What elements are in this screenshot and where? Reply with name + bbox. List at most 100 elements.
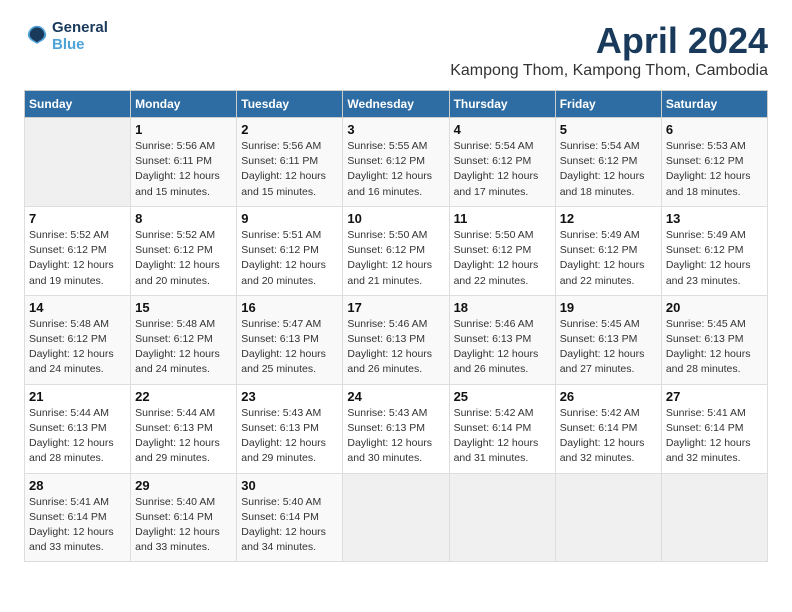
day-info: Sunrise: 5:53 AMSunset: 6:12 PMDaylight:…: [666, 139, 763, 200]
day-number: 6: [666, 122, 763, 137]
calendar-cell: 20Sunrise: 5:45 AMSunset: 6:13 PMDayligh…: [661, 295, 767, 384]
calendar-cell: 1 Sunrise: 5:56 AMSunset: 6:11 PMDaylight…: [131, 118, 237, 207]
day-number: 30: [241, 478, 338, 493]
calendar-cell: 23Sunrise: 5:43 AMSunset: 6:13 PMDayligh…: [237, 384, 343, 473]
calendar-cell: 10 Sunrise: 5:50 AMSunset: 6:12 PMDayligh…: [343, 206, 449, 295]
col-header-friday: Friday: [555, 91, 661, 118]
calendar-cell: [25, 118, 131, 207]
calendar-cell: 22 Sunrise: 5:44 AMSunset: 6:13 PMDayligh…: [131, 384, 237, 473]
day-info: Sunrise: 5:56 AMSunset: 6:11 PMDaylight:…: [135, 139, 232, 200]
calendar-cell: 2 Sunrise: 5:56 AMSunset: 6:11 PMDaylight…: [237, 118, 343, 207]
day-info: Sunrise: 5:55 AMSunset: 6:12 PMDaylight:…: [347, 139, 444, 200]
col-header-saturday: Saturday: [661, 91, 767, 118]
day-info: Sunrise: 5:49 AMSunset: 6:12 PMDaylight:…: [560, 228, 657, 289]
logo: General Blue: [24, 20, 108, 53]
calendar-cell: 15 Sunrise: 5:48 AMSunset: 6:12 PMDayligh…: [131, 295, 237, 384]
day-info: Sunrise: 5:48 AMSunset: 6:12 PMDaylight:…: [135, 317, 232, 378]
calendar-cell: 18 Sunrise: 5:46 AMSunset: 6:13 PMDayligh…: [449, 295, 555, 384]
day-info: Sunrise: 5:46 AMSunset: 6:13 PMDaylight:…: [347, 317, 444, 378]
day-number: 13: [666, 211, 763, 226]
calendar-cell: 17Sunrise: 5:46 AMSunset: 6:13 PMDayligh…: [343, 295, 449, 384]
day-info: Sunrise: 5:42 AMSunset: 6:14 PMDaylight:…: [454, 406, 551, 467]
week-row-0: 1 Sunrise: 5:56 AMSunset: 6:11 PMDaylight…: [25, 118, 768, 207]
day-number: 3: [347, 122, 444, 137]
calendar-cell: 21 Sunrise: 5:44 AMSunset: 6:13 PMDayligh…: [25, 384, 131, 473]
calendar-cell: 12Sunrise: 5:49 AMSunset: 6:12 PMDayligh…: [555, 206, 661, 295]
calendar-cell: 27 Sunrise: 5:41 AMSunset: 6:14 PMDayligh…: [661, 384, 767, 473]
day-number: 14: [29, 300, 126, 315]
day-number: 26: [560, 389, 657, 404]
calendar-cell: 25Sunrise: 5:42 AMSunset: 6:14 PMDayligh…: [449, 384, 555, 473]
calendar-cell: [343, 473, 449, 562]
day-info: Sunrise: 5:41 AMSunset: 6:14 PMDaylight:…: [29, 495, 126, 556]
day-info: Sunrise: 5:41 AMSunset: 6:14 PMDaylight:…: [666, 406, 763, 467]
day-number: 10: [347, 211, 444, 226]
calendar-cell: 28 Sunrise: 5:41 AMSunset: 6:14 PMDayligh…: [25, 473, 131, 562]
day-info: Sunrise: 5:43 AMSunset: 6:13 PMDaylight:…: [347, 406, 444, 467]
col-header-thursday: Thursday: [449, 91, 555, 118]
day-info: Sunrise: 5:56 AMSunset: 6:11 PMDaylight:…: [241, 139, 338, 200]
calendar-cell: 9 Sunrise: 5:51 AMSunset: 6:12 PMDaylight…: [237, 206, 343, 295]
day-info: Sunrise: 5:44 AMSunset: 6:13 PMDaylight:…: [29, 406, 126, 467]
week-row-3: 21 Sunrise: 5:44 AMSunset: 6:13 PMDayligh…: [25, 384, 768, 473]
day-info: Sunrise: 5:47 AMSunset: 6:13 PMDaylight:…: [241, 317, 338, 378]
day-info: Sunrise: 5:44 AMSunset: 6:13 PMDaylight:…: [135, 406, 232, 467]
day-number: 20: [666, 300, 763, 315]
calendar-cell: 11 Sunrise: 5:50 AMSunset: 6:12 PMDayligh…: [449, 206, 555, 295]
logo-icon: [26, 23, 48, 45]
week-row-1: 7Sunrise: 5:52 AMSunset: 6:12 PMDaylight…: [25, 206, 768, 295]
day-number: 4: [454, 122, 551, 137]
day-number: 11: [454, 211, 551, 226]
calendar-cell: 29 Sunrise: 5:40 AMSunset: 6:14 PMDayligh…: [131, 473, 237, 562]
calendar-cell: 13 Sunrise: 5:49 AMSunset: 6:12 PMDayligh…: [661, 206, 767, 295]
day-info: Sunrise: 5:54 AMSunset: 6:12 PMDaylight:…: [560, 139, 657, 200]
day-number: 28: [29, 478, 126, 493]
logo-line1: General: [52, 20, 108, 37]
day-info: Sunrise: 5:50 AMSunset: 6:12 PMDaylight:…: [347, 228, 444, 289]
day-number: 2: [241, 122, 338, 137]
day-info: Sunrise: 5:40 AMSunset: 6:14 PMDaylight:…: [135, 495, 232, 556]
day-number: 22: [135, 389, 232, 404]
calendar-cell: 14 Sunrise: 5:48 AMSunset: 6:12 PMDayligh…: [25, 295, 131, 384]
day-number: 18: [454, 300, 551, 315]
calendar-cell: 26 Sunrise: 5:42 AMSunset: 6:14 PMDayligh…: [555, 384, 661, 473]
day-number: 21: [29, 389, 126, 404]
week-row-4: 28 Sunrise: 5:41 AMSunset: 6:14 PMDayligh…: [25, 473, 768, 562]
calendar-cell: 16Sunrise: 5:47 AMSunset: 6:13 PMDayligh…: [237, 295, 343, 384]
day-info: Sunrise: 5:54 AMSunset: 6:12 PMDaylight:…: [454, 139, 551, 200]
calendar-cell: 30 Sunrise: 5:40 AMSunset: 6:14 PMDayligh…: [237, 473, 343, 562]
day-info: Sunrise: 5:45 AMSunset: 6:13 PMDaylight:…: [560, 317, 657, 378]
day-info: Sunrise: 5:49 AMSunset: 6:12 PMDaylight:…: [666, 228, 763, 289]
day-number: 1: [135, 122, 232, 137]
day-info: Sunrise: 5:43 AMSunset: 6:13 PMDaylight:…: [241, 406, 338, 467]
day-info: Sunrise: 5:42 AMSunset: 6:14 PMDaylight:…: [560, 406, 657, 467]
day-info: Sunrise: 5:51 AMSunset: 6:12 PMDaylight:…: [241, 228, 338, 289]
col-header-monday: Monday: [131, 91, 237, 118]
col-header-tuesday: Tuesday: [237, 91, 343, 118]
day-info: Sunrise: 5:40 AMSunset: 6:14 PMDaylight:…: [241, 495, 338, 556]
day-number: 19: [560, 300, 657, 315]
day-number: 15: [135, 300, 232, 315]
day-info: Sunrise: 5:52 AMSunset: 6:12 PMDaylight:…: [29, 228, 126, 289]
main-title: April 2024: [450, 20, 768, 62]
day-info: Sunrise: 5:52 AMSunset: 6:12 PMDaylight:…: [135, 228, 232, 289]
week-row-2: 14 Sunrise: 5:48 AMSunset: 6:12 PMDayligh…: [25, 295, 768, 384]
title-block: April 2024 Kampong Thom, Kampong Thom, C…: [450, 20, 768, 80]
logo-line2: Blue: [52, 37, 108, 54]
day-info: Sunrise: 5:46 AMSunset: 6:13 PMDaylight:…: [454, 317, 551, 378]
col-header-wednesday: Wednesday: [343, 91, 449, 118]
col-header-sunday: Sunday: [25, 91, 131, 118]
day-info: Sunrise: 5:48 AMSunset: 6:12 PMDaylight:…: [29, 317, 126, 378]
calendar-cell: 3 Sunrise: 5:55 AMSunset: 6:12 PMDaylight…: [343, 118, 449, 207]
calendar-cell: 6 Sunrise: 5:53 AMSunset: 6:12 PMDaylight…: [661, 118, 767, 207]
calendar-cell: [555, 473, 661, 562]
day-number: 27: [666, 389, 763, 404]
calendar-cell: 5Sunrise: 5:54 AMSunset: 6:12 PMDaylight…: [555, 118, 661, 207]
day-number: 9: [241, 211, 338, 226]
day-number: 29: [135, 478, 232, 493]
day-info: Sunrise: 5:50 AMSunset: 6:12 PMDaylight:…: [454, 228, 551, 289]
day-number: 24: [347, 389, 444, 404]
calendar-cell: [449, 473, 555, 562]
calendar-cell: 19 Sunrise: 5:45 AMSunset: 6:13 PMDayligh…: [555, 295, 661, 384]
calendar-cell: 4 Sunrise: 5:54 AMSunset: 6:12 PMDaylight…: [449, 118, 555, 207]
